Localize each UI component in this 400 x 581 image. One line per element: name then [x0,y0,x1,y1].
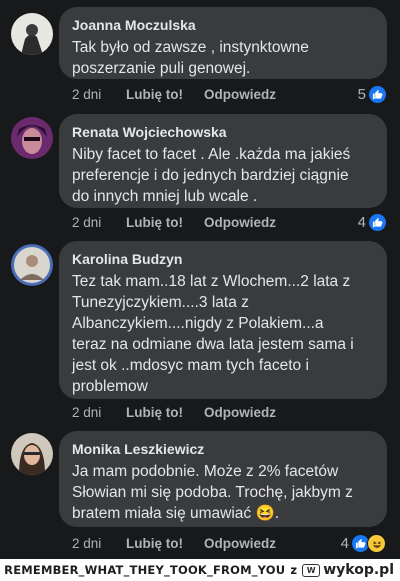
haha-icon [367,534,386,553]
comment-author[interactable]: Karolina Budzyn [72,250,375,268]
comment-author[interactable]: Monika Leszkiewicz [72,440,375,458]
reply-button[interactable]: Odpowiedz [204,215,276,230]
wykop-brand: wykop.pl [323,562,394,578]
comment-time[interactable]: 2 dni [72,536,126,551]
avatar[interactable] [11,433,53,475]
reply-button[interactable]: Odpowiedz [204,87,276,102]
like-button[interactable]: Lubię to! [126,215,204,230]
footer-via: z [290,563,298,577]
comment-actions: 2 dni Lubię to! Odpowiedz [72,536,276,551]
comment-time[interactable]: 2 dni [72,87,126,102]
comment-bubble: Monika Leszkiewicz Ja mam podobnie. Może… [59,431,387,527]
comment-text: Tez tak mam..18 lat z Wlochem...2 lata z… [72,273,354,395]
like-button[interactable]: Lubię to! [126,405,204,420]
comment-text: Ja mam podobnie. Może z 2% facetów Słowi… [72,463,353,522]
wykop-logo-icon: W [302,563,321,577]
reaction-count: 5 [357,86,366,103]
reaction-summary[interactable]: 4 [341,534,386,553]
like-button[interactable]: Lubię to! [126,87,204,102]
comment-actions: 2 dni Lubię to! Odpowiedz [72,215,276,230]
comment-author[interactable]: Joanna Moczulska [72,16,375,34]
comment-text: Niby facet to facet . Ale .każda ma jaki… [72,146,351,205]
comment-bubble: Renata Wojciechowska Niby facet to facet… [59,114,387,208]
reply-button[interactable]: Odpowiedz [204,405,276,420]
reaction-count: 4 [340,535,349,552]
reaction-summary[interactable]: 5 [358,86,386,103]
like-icon [369,214,386,231]
comment-author[interactable]: Renata Wojciechowska [72,123,375,141]
comment-text: Tak było od zawsze , instynktowne poszer… [72,39,309,77]
avatar[interactable] [11,13,53,55]
comment-actions: 2 dni Lubię to! Odpowiedz [72,87,276,102]
footer-username: REMEMBER_WHAT_THEY_TOOK_FROM_YOU [4,563,286,577]
like-button[interactable]: Lubię to! [126,536,204,551]
comment-actions: 2 dni Lubię to! Odpowiedz [72,405,276,420]
comment-bubble: Karolina Budzyn Tez tak mam..18 lat z Wl… [59,241,387,399]
avatar[interactable] [11,244,53,286]
comment-time[interactable]: 2 dni [72,215,126,230]
reaction-summary[interactable]: 4 [358,214,386,231]
reply-button[interactable]: Odpowiedz [204,536,276,551]
comment-bubble: Joanna Moczulska Tak było od zawsze , in… [59,7,387,79]
like-icon [369,86,386,103]
comment-time[interactable]: 2 dni [72,405,126,420]
wykop-logo: W wykop.pl [302,562,394,578]
reaction-count: 4 [357,214,366,231]
avatar[interactable] [11,117,53,159]
footer-bar: REMEMBER_WHAT_THEY_TOOK_FROM_YOU z W wyk… [0,559,400,581]
